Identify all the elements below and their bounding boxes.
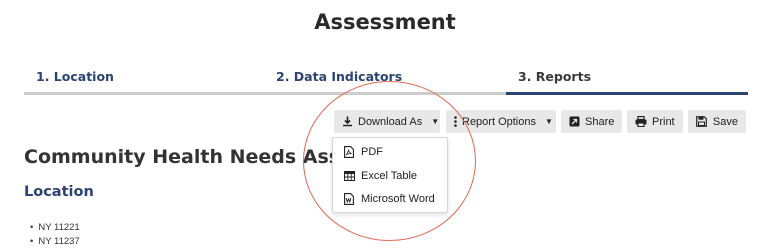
floppy-disk-icon — [696, 116, 708, 128]
location-list: NY 11221 NY 11237 — [30, 221, 79, 249]
page-title: Assessment — [314, 10, 456, 34]
step-location[interactable]: 1. Location — [36, 69, 114, 84]
chevron-down-icon: ▼ — [544, 117, 553, 126]
report-options-label: Report Options — [462, 115, 536, 128]
save-button[interactable]: Save — [688, 110, 746, 133]
share-button[interactable]: Share — [561, 110, 622, 133]
list-item: NY 11221 — [30, 221, 79, 235]
save-label: Save — [712, 115, 738, 128]
location-heading: Location — [24, 184, 94, 200]
print-button[interactable]: Print — [627, 110, 683, 133]
share-label: Share — [585, 115, 615, 128]
steps-active-indicator — [506, 92, 748, 95]
list-item: NY 11237 — [30, 235, 79, 249]
share-icon — [569, 116, 580, 128]
report-title: Community Health Needs Ass — [24, 146, 341, 168]
step-reports[interactable]: 3. Reports — [518, 69, 591, 84]
highlight-circle-annotation — [303, 81, 476, 241]
printer-icon — [635, 116, 647, 128]
print-label: Print — [652, 115, 675, 128]
